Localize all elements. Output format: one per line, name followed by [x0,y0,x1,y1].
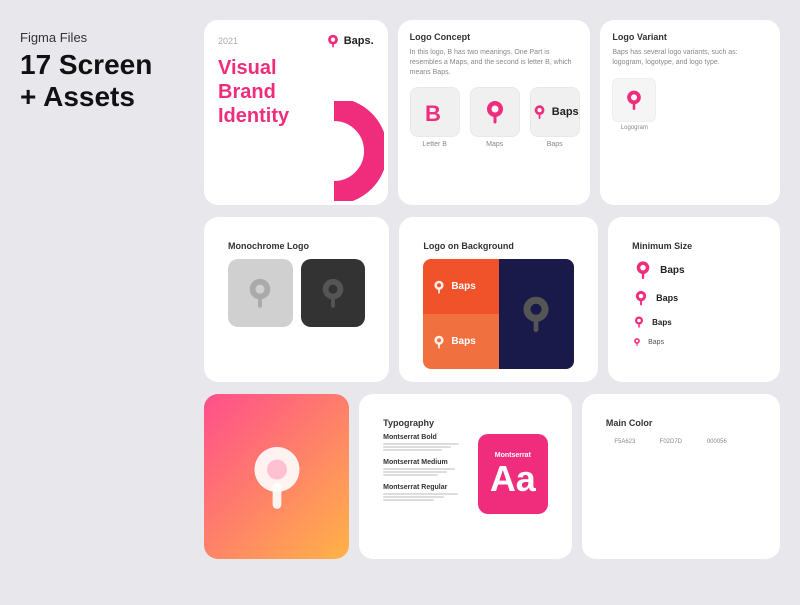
bg-cell-dark [499,259,574,369]
concept-item-baps: Baps Baps [530,87,580,148]
left-panel: Figma Files 17 Screen+ Assets [20,20,190,585]
colors-title: Main Color [606,418,756,428]
card-logo-bg: Logo on Background Baps [399,217,598,382]
min-size-row-4: Baps [632,337,756,347]
brand-header: 2021 Baps. [218,34,374,48]
typo-aa-box: Montserrat Aa [478,434,548,514]
title-sub: Figma Files [20,30,190,45]
min-size-items: Baps Baps [632,259,756,347]
card-monochrome: Monochrome Logo [204,217,389,382]
brand-body: VisualBrandIdentity [218,56,374,191]
variant-logogram: Logogram [612,78,656,131]
min-size-row-3: Baps [632,315,756,329]
brand-title: VisualBrandIdentity [218,56,289,128]
row3: Typography Montserrat Bold Montserrat Me… [204,394,780,559]
mono-dark-icon [315,275,351,311]
typo-aa-text: Aa [490,461,536,497]
card-colors: Main Color F5A623 [582,394,780,559]
svg-text:B: B [425,101,441,126]
color-group-pink: F02D7D [652,436,690,546]
color-bars: F5A623 F02D7D [606,436,756,546]
min-size-row-2: Baps [632,289,756,307]
row2: Monochrome Logo [204,217,780,382]
card-min-size: Minimum Size Baps [608,217,780,382]
logo-bg-grid: Baps [423,259,574,369]
brand-year: 2021 [218,36,238,46]
typo-left: Montserrat Bold Montserrat Medium [383,434,468,514]
bg-logo-text-1: Baps [451,281,475,292]
color-group-blue: 000056 [698,436,736,546]
variant-boxes: Logogram [612,78,768,131]
min-icon-lg [632,259,654,281]
color-group-orange: F5A623 [606,436,644,546]
brand-circle [284,101,384,201]
concept-box-b: B [410,87,460,137]
title-main: 17 Screen+ Assets [20,49,190,113]
letter-b-icon: B [420,97,450,127]
card-logo-concept: Logo Concept In this logo, B has two mea… [398,20,591,205]
card-logo-variant: Logo Variant Baps has several logo varia… [600,20,780,205]
card-typography: Typography Montserrat Bold Montserrat Me… [359,394,572,559]
card-brand: 2021 Baps. VisualBrandIdentity [204,20,388,205]
min-size-title: Minimum Size [632,241,756,251]
row1: 2021 Baps. VisualBrandIdentity [204,20,780,205]
bg-logo-icon-2 [431,334,447,350]
mono-light-icon [242,275,278,311]
concept-item-maps: Maps [470,87,520,148]
mono-box-dark [301,259,366,327]
variant-desc: Baps has several logo variants, such as:… [612,48,768,68]
gradient-logo-icon [242,442,312,512]
logo-bg-title: Logo on Background [423,241,574,251]
min-icon-md [632,289,650,307]
variant-box-logogram [612,78,656,122]
mono-icons [228,259,365,327]
concept-item-b: B Letter B [410,87,460,148]
bg-logo-text-2: Baps [451,336,475,347]
card-gradient [204,394,349,559]
variant-logo-icon [622,88,646,112]
min-icon-sm [632,315,646,329]
typo-content: Montserrat Bold Montserrat Medium [383,434,548,514]
bg-logo-icon-1 [431,279,447,295]
min-size-row-1: Baps [632,259,756,281]
bg-logo-icon-dark [514,292,558,336]
concept-box-maps [470,87,520,137]
monochrome-title: Monochrome Logo [228,241,365,251]
bg-cell-orange-top: Baps [423,259,498,314]
min-icon-xs [632,337,642,347]
right-grid: 2021 Baps. VisualBrandIdentity [204,20,780,585]
baps-combined-icon [531,103,548,121]
maps-icon [481,98,509,126]
logo-concept-title: Logo Concept [410,32,579,42]
logo-concept-desc: In this logo, B has two meanings. One Pa… [410,48,579,77]
logo-concept-row: B Letter B [410,87,579,148]
typography-title: Typography [383,418,548,428]
page-container: Figma Files 17 Screen+ Assets 2021 Baps. [0,0,800,605]
baps-icon-header [326,34,340,48]
mono-box-light [228,259,293,327]
concept-box-baps: Baps [530,87,580,137]
brand-logo: Baps. [326,34,374,48]
bg-cell-orange-bottom: Baps [423,314,498,369]
logo-variant-title: Logo Variant [612,32,768,42]
